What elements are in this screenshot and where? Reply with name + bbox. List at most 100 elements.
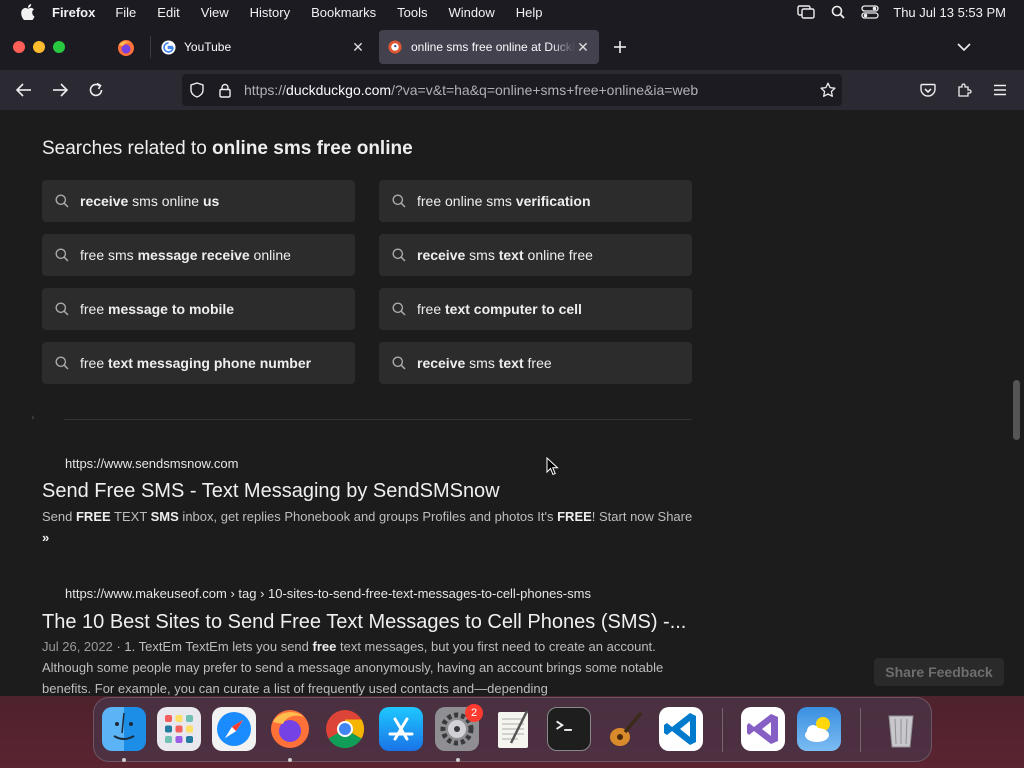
- app-menu-button[interactable]: [990, 80, 1010, 100]
- dock-firefox[interactable]: [268, 707, 312, 751]
- menu-clock[interactable]: Thu Jul 13 5:53 PM: [893, 5, 1006, 20]
- url-bar[interactable]: https://duckduckgo.com/?va=v&t=ha&q=onli…: [182, 74, 842, 106]
- bookmark-star-icon[interactable]: [820, 82, 836, 98]
- related-search-chip[interactable]: receive sms online us: [42, 180, 355, 222]
- related-search-chip[interactable]: free sms message receive online: [42, 234, 355, 276]
- search-icon: [54, 247, 70, 263]
- menu-tools[interactable]: Tools: [397, 5, 427, 20]
- tab-duckduckgo[interactable]: online sms free online at DuckDuckGo ✕: [379, 30, 599, 64]
- scrollbar-thumb[interactable]: [1013, 380, 1020, 440]
- chip-text-bold: message receive: [137, 247, 250, 263]
- related-search-label: receive sms text free: [417, 355, 552, 371]
- url-text[interactable]: https://duckduckgo.com/?va=v&t=ha&q=onli…: [244, 82, 698, 98]
- control-center-icon[interactable]: [861, 4, 879, 20]
- menu-view[interactable]: View: [201, 5, 229, 20]
- chip-text: sms: [465, 247, 499, 263]
- menu-bookmarks[interactable]: Bookmarks: [311, 5, 376, 20]
- forward-button[interactable]: [50, 80, 70, 100]
- search-icon: [54, 301, 70, 317]
- menu-history[interactable]: History: [250, 5, 290, 20]
- tracking-protection-shield-icon[interactable]: [189, 82, 205, 98]
- back-button[interactable]: [14, 80, 34, 100]
- search-icon: [391, 355, 407, 371]
- tab-separator: [150, 36, 151, 58]
- extensions-button[interactable]: [954, 80, 974, 100]
- tab-youtube[interactable]: YouTube ✕: [152, 30, 374, 64]
- related-search-chip[interactable]: receive sms text free: [379, 342, 692, 384]
- dock-google-chrome[interactable]: [323, 707, 367, 751]
- dock-garageband[interactable]: [603, 707, 647, 751]
- spotlight-search-icon[interactable]: [829, 4, 847, 20]
- dock-weather[interactable]: [797, 707, 841, 751]
- dock-finder[interactable]: [102, 707, 146, 751]
- close-tab-icon[interactable]: ✕: [575, 39, 591, 55]
- dock-app-store[interactable]: [379, 707, 423, 751]
- launchpad-icon: [165, 715, 193, 743]
- window-zoom-button[interactable]: [53, 41, 65, 53]
- running-indicator: [122, 758, 126, 762]
- dock-system-settings[interactable]: 2: [435, 704, 483, 751]
- snippet-text: Send: [42, 509, 76, 524]
- visual-studio-icon: [747, 714, 778, 744]
- dock-trash[interactable]: [879, 707, 923, 751]
- related-search-chip[interactable]: free online sms verification: [379, 180, 692, 222]
- related-search-chip[interactable]: free text computer to cell: [379, 288, 692, 330]
- menu-app-name[interactable]: Firefox: [52, 5, 95, 20]
- notification-badge: 2: [465, 704, 483, 722]
- close-tab-icon[interactable]: ✕: [350, 39, 366, 55]
- chip-text: online: [249, 247, 291, 263]
- pocket-button[interactable]: [918, 80, 938, 100]
- window-close-button[interactable]: [13, 41, 25, 53]
- chrome-icon: [326, 710, 365, 749]
- chip-text: free: [80, 355, 109, 371]
- list-all-tabs-button[interactable]: [955, 38, 973, 56]
- menu-edit[interactable]: Edit: [157, 5, 179, 20]
- dock-visual-studio-code[interactable]: [659, 707, 703, 751]
- related-search-chip[interactable]: receive sms text online free: [379, 234, 692, 276]
- hamburger-menu-icon: [994, 84, 1006, 96]
- related-search-chip[interactable]: free text messaging phone number: [42, 342, 355, 384]
- dock-textedit[interactable]: [491, 707, 535, 751]
- result-snippet: Jul 26, 2022 · 1. TextEm TextEm lets you…: [42, 636, 694, 696]
- pinned-tab-firefox[interactable]: [112, 34, 140, 62]
- dock-terminal[interactable]: [547, 707, 591, 751]
- chip-text-bold: text messaging phone number: [108, 355, 312, 371]
- apple-icon[interactable]: [20, 4, 36, 20]
- lock-icon[interactable]: [217, 82, 233, 98]
- dock-visual-studio[interactable]: [741, 707, 785, 751]
- reload-button[interactable]: [86, 80, 106, 100]
- search-icon: [391, 301, 407, 317]
- terminal-icon: [556, 720, 572, 731]
- safari-compass-icon: [217, 712, 251, 746]
- new-tab-button[interactable]: [610, 37, 630, 57]
- result-title[interactable]: Send Free SMS - Text Messaging by SendSM…: [42, 480, 500, 503]
- related-search-label: free text messaging phone number: [80, 355, 311, 371]
- result-url[interactable]: https://www.makeuseof.com › tag › 10-sit…: [65, 586, 591, 601]
- running-indicator: [456, 758, 460, 762]
- chip-text-bold: receive: [80, 193, 129, 209]
- result-date: Jul 26, 2022: [42, 639, 113, 654]
- related-search-chip[interactable]: free message to mobile: [42, 288, 355, 330]
- vscode-icon: [664, 713, 696, 745]
- screen-mirroring-icon[interactable]: [797, 4, 815, 20]
- window-minimize-button[interactable]: [33, 41, 45, 53]
- menu-help[interactable]: Help: [516, 5, 543, 20]
- share-feedback-button[interactable]: Share Feedback: [874, 658, 1004, 686]
- trash-icon: [888, 715, 914, 748]
- snippet-text: inbox, get replies Phonebook and groups …: [178, 509, 558, 524]
- dock-safari[interactable]: [212, 707, 256, 751]
- snippet-text: TEXT: [110, 509, 151, 524]
- search-icon: [54, 193, 70, 209]
- tab-strip: YouTube ✕ online sms free online at Duck…: [0, 24, 1024, 70]
- result-title[interactable]: The 10 Best Sites to Send Free Text Mess…: [42, 611, 686, 634]
- browser-window: YouTube ✕ online sms free online at Duck…: [0, 24, 1024, 696]
- menu-file[interactable]: File: [115, 5, 136, 20]
- dock-launchpad[interactable]: [157, 707, 201, 751]
- menu-window[interactable]: Window: [449, 5, 495, 20]
- related-heading-query: online sms free online: [212, 138, 413, 159]
- dock-separator: [860, 708, 861, 752]
- chip-text-bold: text: [498, 247, 524, 263]
- chip-text-bold: text computer to cell: [445, 301, 582, 317]
- result-url[interactable]: https://www.sendsmsnow.com: [65, 456, 238, 471]
- menu-bar: Firefox File Edit View History Bookmarks…: [0, 0, 1024, 24]
